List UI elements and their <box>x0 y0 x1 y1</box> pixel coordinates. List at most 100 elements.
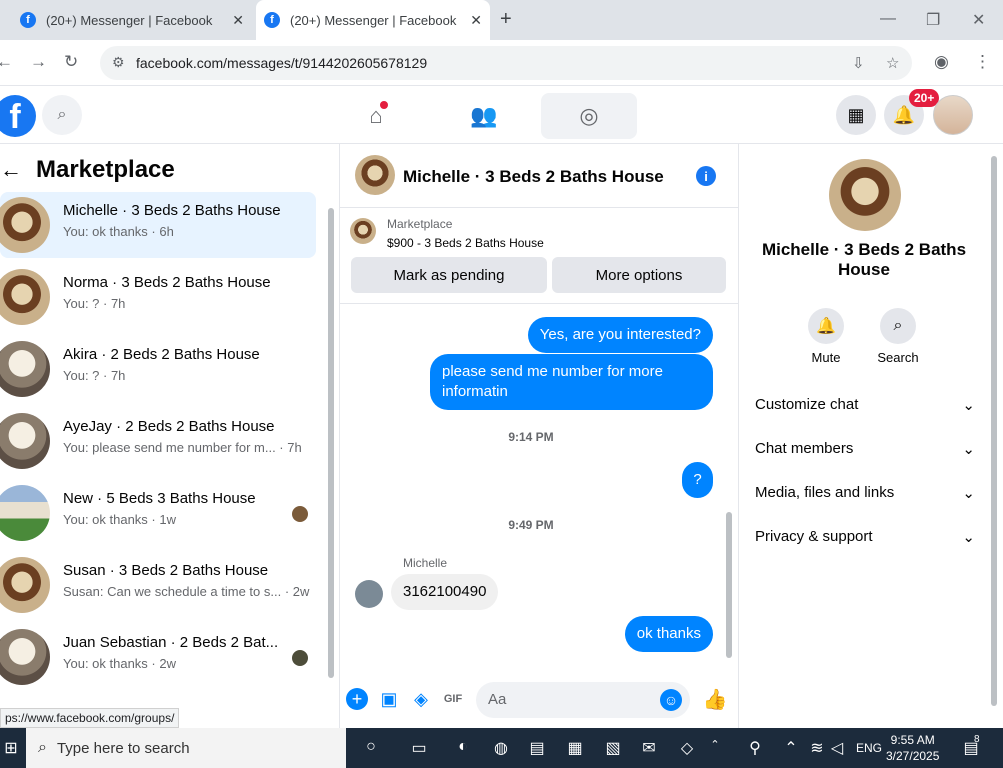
close-window-icon[interactable]: ✕ <box>972 10 985 30</box>
groups-icon: ◎ <box>579 103 599 128</box>
app-icon[interactable]: ▧ <box>602 738 624 758</box>
facebook-logo-icon[interactable]: f <box>0 95 36 137</box>
message-input[interactable]: Aa ☺ <box>476 682 690 718</box>
scroll-thumb[interactable] <box>991 156 997 706</box>
close-tab-icon[interactable]: ✕ <box>470 12 482 29</box>
outgoing-message[interactable]: ? <box>682 462 713 498</box>
conversation-snippet: You: please send me number for m... · 7h <box>63 440 302 455</box>
edge-icon[interactable]: ◍ <box>490 738 512 758</box>
language-indicator[interactable]: ENG <box>856 728 882 768</box>
info-icon[interactable]: i <box>696 166 716 186</box>
network-icon[interactable]: ≋ <box>806 738 828 758</box>
back-icon[interactable]: ← <box>0 52 13 72</box>
outgoing-message[interactable]: ok thanks <box>624 616 713 652</box>
browser-tab-2[interactable]: f (20+) Messenger | Facebook ✕ <box>256 0 490 40</box>
outgoing-message[interactable]: Yes, are you interested? <box>527 317 713 353</box>
scroll-thumb[interactable] <box>726 512 732 658</box>
new-tab-icon[interactable]: + <box>500 8 512 31</box>
conversation-item[interactable]: Norma · 3 Beds 2 Baths House You: ? · 7h <box>0 264 316 330</box>
search-icon[interactable]: ⌕ <box>42 95 82 135</box>
more-options-button[interactable]: More options <box>552 257 726 293</box>
conversation-item[interactable]: Susan · 3 Beds 2 Baths House Susan: Can … <box>0 552 316 618</box>
volume-icon[interactable]: ◁ <box>826 738 848 758</box>
back-arrow-icon[interactable]: ← <box>0 157 22 183</box>
facebook-header: f ⌕ ⌂ 👥 ◎ ▦ 🔔 20+ <box>0 87 1003 144</box>
sender-name: Michelle <box>403 556 448 570</box>
chevron-down-icon: ⌄ <box>962 441 975 458</box>
nav-groups[interactable]: ◎ <box>541 93 637 139</box>
section-media-files[interactable]: Media, files and links ⌄ <box>755 484 975 502</box>
taskbar-scroll-icon[interactable]: ⌃ <box>704 738 726 758</box>
profile-icon[interactable]: ◉ <box>934 52 949 72</box>
menu-grid-button[interactable]: ▦ <box>836 95 876 135</box>
taskbar-search[interactable]: ⌕ Type here to search <box>26 728 346 768</box>
mute-button[interactable]: 🔔 Mute <box>796 308 856 365</box>
scroll-thumb[interactable] <box>328 208 334 678</box>
page-scrollbar[interactable] <box>989 144 999 724</box>
chat-avatar[interactable] <box>355 155 395 195</box>
listing-thumbnail <box>0 413 50 469</box>
mark-pending-button[interactable]: Mark as pending <box>351 257 547 293</box>
url-text[interactable]: facebook.com/messages/t/9144202605678129 <box>136 55 427 71</box>
clock-date: 3/27/2025 <box>886 749 940 763</box>
conversation-scrollbar[interactable] <box>326 198 334 688</box>
conversation-name: AyeJay · 2 Beds 2 Baths House <box>63 418 275 435</box>
app-icon[interactable]: ◇ <box>676 738 698 758</box>
clock[interactable]: 9:55 AM 3/27/2025 <box>886 732 939 764</box>
conversation-snippet: Susan: Can we schedule a time to s... · … <box>63 584 310 599</box>
address-bar[interactable]: ⚙ facebook.com/messages/t/91442026056781… <box>100 46 912 80</box>
status-url: ps://www.facebook.com/groups/ <box>0 708 180 728</box>
file-explorer-icon[interactable]: ▤ <box>526 738 548 758</box>
nav-friends[interactable]: 👥 <box>436 93 532 139</box>
emoji-icon[interactable]: ☺ <box>660 689 682 711</box>
section-chat-members[interactable]: Chat members ⌄ <box>755 440 975 458</box>
conversation-item[interactable]: Michelle · 3 Beds 2 Baths House You: ok … <box>0 192 316 258</box>
listing-banner: Marketplace $900 - 3 Beds 2 Baths House … <box>340 208 738 304</box>
chat-scrollbar[interactable] <box>724 312 734 668</box>
conversation-item[interactable]: AyeJay · 2 Beds 2 Baths House You: pleas… <box>0 408 316 474</box>
profile-avatar[interactable] <box>933 95 973 135</box>
browser-tab-1[interactable]: f (20+) Messenger | Facebook ✕ <box>20 0 252 40</box>
chevron-down-icon: ⌄ <box>962 397 975 414</box>
listing-detail[interactable]: $900 - 3 Beds 2 Baths House <box>387 236 544 250</box>
sticker-icon[interactable]: ◈ <box>410 688 432 710</box>
section-privacy-support[interactable]: Privacy & support ⌄ <box>755 528 975 546</box>
search-button[interactable]: ⌕ Search <box>868 308 928 365</box>
chat-panel: Michelle · 3 Beds 2 Baths House i Market… <box>340 144 738 728</box>
add-icon[interactable]: + <box>346 688 368 710</box>
conversation-item[interactable]: New · 5 Beds 3 Baths House You: ok thank… <box>0 480 316 546</box>
store-icon[interactable]: ▦ <box>564 738 586 758</box>
close-tab-icon[interactable]: ✕ <box>232 12 244 29</box>
restore-icon[interactable]: ❐ <box>926 10 940 30</box>
message-placeholder: Aa <box>488 691 507 708</box>
minimize-icon[interactable]: — <box>880 10 896 28</box>
seen-avatar <box>292 506 308 522</box>
sender-avatar[interactable] <box>355 580 383 608</box>
cortana-icon[interactable]: ○ <box>360 738 382 758</box>
contact-avatar[interactable] <box>829 159 901 231</box>
conversation-item[interactable]: Juan Sebastian · 2 Beds 2 Bat... You: ok… <box>0 624 316 690</box>
chat-title[interactable]: Michelle · 3 Beds 2 Baths House <box>403 167 664 187</box>
windows-start-icon[interactable]: ⊞ <box>0 738 22 758</box>
site-info-icon[interactable]: ⚙ <box>112 54 125 71</box>
listing-thumbnail[interactable] <box>350 218 376 244</box>
app-icon[interactable]: ◐ <box>452 738 474 758</box>
gif-icon[interactable]: GIF <box>442 688 464 710</box>
section-customize-chat[interactable]: Customize chat ⌄ <box>755 396 975 414</box>
install-app-icon[interactable]: ⇩ <box>852 54 865 72</box>
mail-icon[interactable]: ✉ <box>638 738 660 758</box>
outgoing-message[interactable]: please send me number for more informati… <box>430 354 713 410</box>
conversation-item[interactable]: Akira · 2 Beds 2 Baths House You: ? · 7h <box>0 336 316 402</box>
forward-icon[interactable]: → <box>30 52 47 72</box>
people-icon[interactable]: ⚲ <box>744 738 766 758</box>
photo-icon[interactable]: ▣ <box>378 688 400 710</box>
notification-dot <box>380 101 388 109</box>
chrome-menu-icon[interactable]: ⋮ <box>974 52 991 72</box>
incoming-message[interactable]: 3162100490 <box>391 574 499 610</box>
task-view-icon[interactable]: ▭ <box>408 738 430 758</box>
like-thumb-icon[interactable]: 👍 <box>703 688 728 711</box>
tray-chevron-icon[interactable]: ⌃ <box>780 738 802 758</box>
nav-home[interactable]: ⌂ <box>328 93 424 139</box>
bookmark-star-icon[interactable]: ☆ <box>886 54 899 72</box>
reload-icon[interactable]: ↻ <box>64 52 78 72</box>
